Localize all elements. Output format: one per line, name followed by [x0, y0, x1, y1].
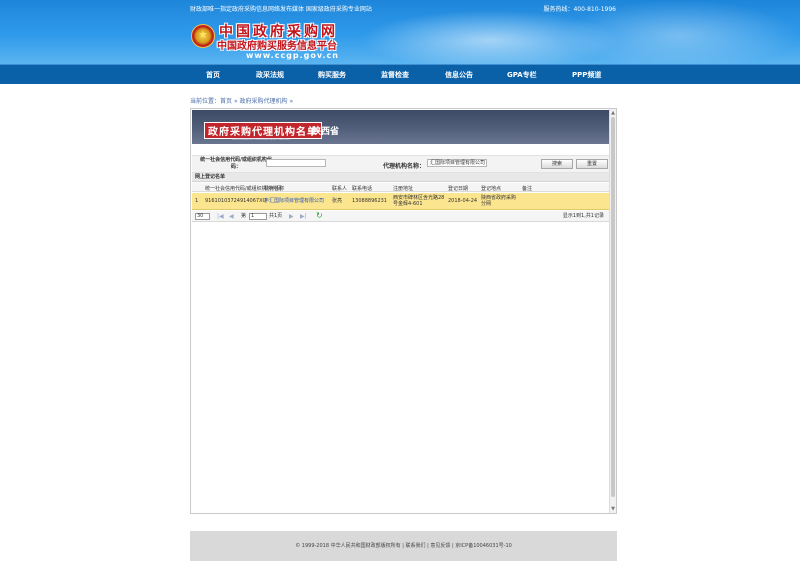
panel-scrollbar[interactable]: ▲ ▼	[609, 109, 616, 513]
nav-item-gpa[interactable]: GPA专栏	[507, 70, 537, 80]
column-header-place[interactable]: 登记地点	[481, 185, 501, 192]
site-header: 财政部唯一指定政府采购信息网络发布媒体 国家级政府采购专业网站 服务热线：400…	[0, 0, 800, 64]
agency-list-panel: 政府采购代理机构名单 陕西省 GOVERNMENT PROCUREMENT AG…	[190, 108, 617, 514]
scroll-up-icon[interactable]: ▲	[610, 110, 616, 116]
search-form: 统一社会信用代码/或组织机构代码： 代理机构名称： 汇国际项目管理有限公司 搜索…	[192, 155, 610, 173]
grid-header: 统一社会信用代码/或组织机构代码 机构名称 联系人 联系电话 注册地址 登记日期…	[192, 183, 610, 192]
scrollbar-thumb[interactable]	[611, 117, 615, 497]
nav-item-regulations[interactable]: 政采法规	[256, 70, 284, 80]
agency-name-label: 代理机构名称：	[383, 163, 426, 170]
column-header-remark[interactable]: 备注	[522, 185, 532, 192]
banner-tagline: GOVERNMENT PROCUREMENT AGENCY	[232, 137, 291, 141]
site-footer: © 1999-2018 中华人民共和国财政部版权所有 | 联系我们 | 意见反馈…	[190, 531, 617, 561]
breadcrumb-separator: »	[233, 98, 238, 105]
credit-code-input[interactable]	[266, 159, 326, 167]
page-size-select[interactable]: 30	[195, 213, 210, 220]
cell-address: 西安市碑林区含光路28号金辉4-601	[393, 195, 445, 207]
reset-button[interactable]: 重置	[576, 159, 608, 169]
table-row[interactable]: 1 91610103724914067XQ 丰汇国际项目管理有限公司 张亮 13…	[192, 193, 610, 210]
column-header-address[interactable]: 注册地址	[393, 185, 413, 192]
nav-item-supervision[interactable]: 监督检查	[381, 70, 409, 80]
main-nav: 首页 政采法规 购买服务 监督检查 信息公告 GPA专栏 PPP频道	[0, 64, 800, 84]
page-number-input[interactable]: 1	[249, 213, 267, 220]
prev-page-button[interactable]: ◀	[229, 213, 234, 220]
column-header-date[interactable]: 登记日期	[448, 185, 468, 192]
breadcrumb-separator: »	[289, 98, 294, 105]
first-page-button[interactable]: |◀	[217, 213, 224, 220]
next-page-button[interactable]: ▶	[289, 213, 294, 220]
nav-item-announcements[interactable]: 信息公告	[445, 70, 473, 80]
footer-copyright: © 1999-2018 中华人民共和国财政部版权所有 | 联系我们 | 意见反馈…	[295, 543, 512, 549]
last-page-button[interactable]: ▶|	[300, 213, 307, 220]
breadcrumb-prefix: 当前位置：	[190, 98, 221, 105]
credit-code-label: 统一社会信用代码/或组织机构代码：	[200, 157, 272, 170]
page-prefix-label: 第	[241, 213, 247, 219]
banner-province: 陕西省	[312, 127, 340, 137]
grid-title: 网上登记名单	[192, 173, 610, 182]
national-emblem-icon	[191, 24, 215, 48]
site-logo-subtitle: 中国政府购买服务信息平台	[217, 41, 337, 52]
column-header-name[interactable]: 机构名称	[264, 185, 284, 192]
breadcrumb: 当前位置：首页 » 政府采购代理机构 »	[190, 96, 293, 105]
breadcrumb-home[interactable]: 首页	[220, 98, 232, 105]
cell-code: 91610103724914067XQ	[205, 198, 267, 204]
nav-item-home[interactable]: 首页	[206, 70, 220, 80]
service-hotline: 服务热线：400-810-1996	[543, 6, 616, 13]
agency-name-input[interactable]: 汇国际项目管理有限公司	[427, 159, 487, 167]
page-total-label: 共1页	[269, 213, 283, 219]
cell-place: 陕西省政府采购分网	[481, 195, 517, 207]
nav-item-ppp[interactable]: PPP频道	[572, 70, 601, 80]
search-button[interactable]: 搜索	[541, 159, 573, 169]
pagination-bar: 30 |◀ ◀ 第 1 共1页 ▶ ▶| ↻ 显示1到1,共1记录	[192, 211, 610, 222]
refresh-icon[interactable]: ↻	[316, 212, 323, 220]
column-header-contact[interactable]: 联系人	[332, 185, 347, 192]
pagination-info: 显示1到1,共1记录	[562, 213, 604, 219]
scroll-down-icon[interactable]: ▼	[610, 506, 616, 512]
site-logo-url: www.ccgp.gov.cn	[246, 51, 339, 60]
agency-list-banner: 政府采购代理机构名单 陕西省 GOVERNMENT PROCUREMENT AG…	[192, 110, 610, 144]
cell-contact: 张亮	[332, 198, 343, 204]
cell-phone: 13088896231	[352, 198, 387, 204]
cell-name-link[interactable]: 丰汇国际项目管理有限公司	[264, 198, 324, 204]
row-index: 1	[195, 198, 199, 204]
cell-date: 2018-04-24	[448, 198, 478, 204]
breadcrumb-current[interactable]: 政府采购代理机构	[240, 98, 288, 105]
topbar-tagline: 财政部唯一指定政府采购信息网络发布媒体 国家级政府采购专业网站	[190, 6, 372, 13]
column-header-phone[interactable]: 联系电话	[352, 185, 372, 192]
nav-item-service-purchase[interactable]: 购买服务	[318, 70, 346, 80]
